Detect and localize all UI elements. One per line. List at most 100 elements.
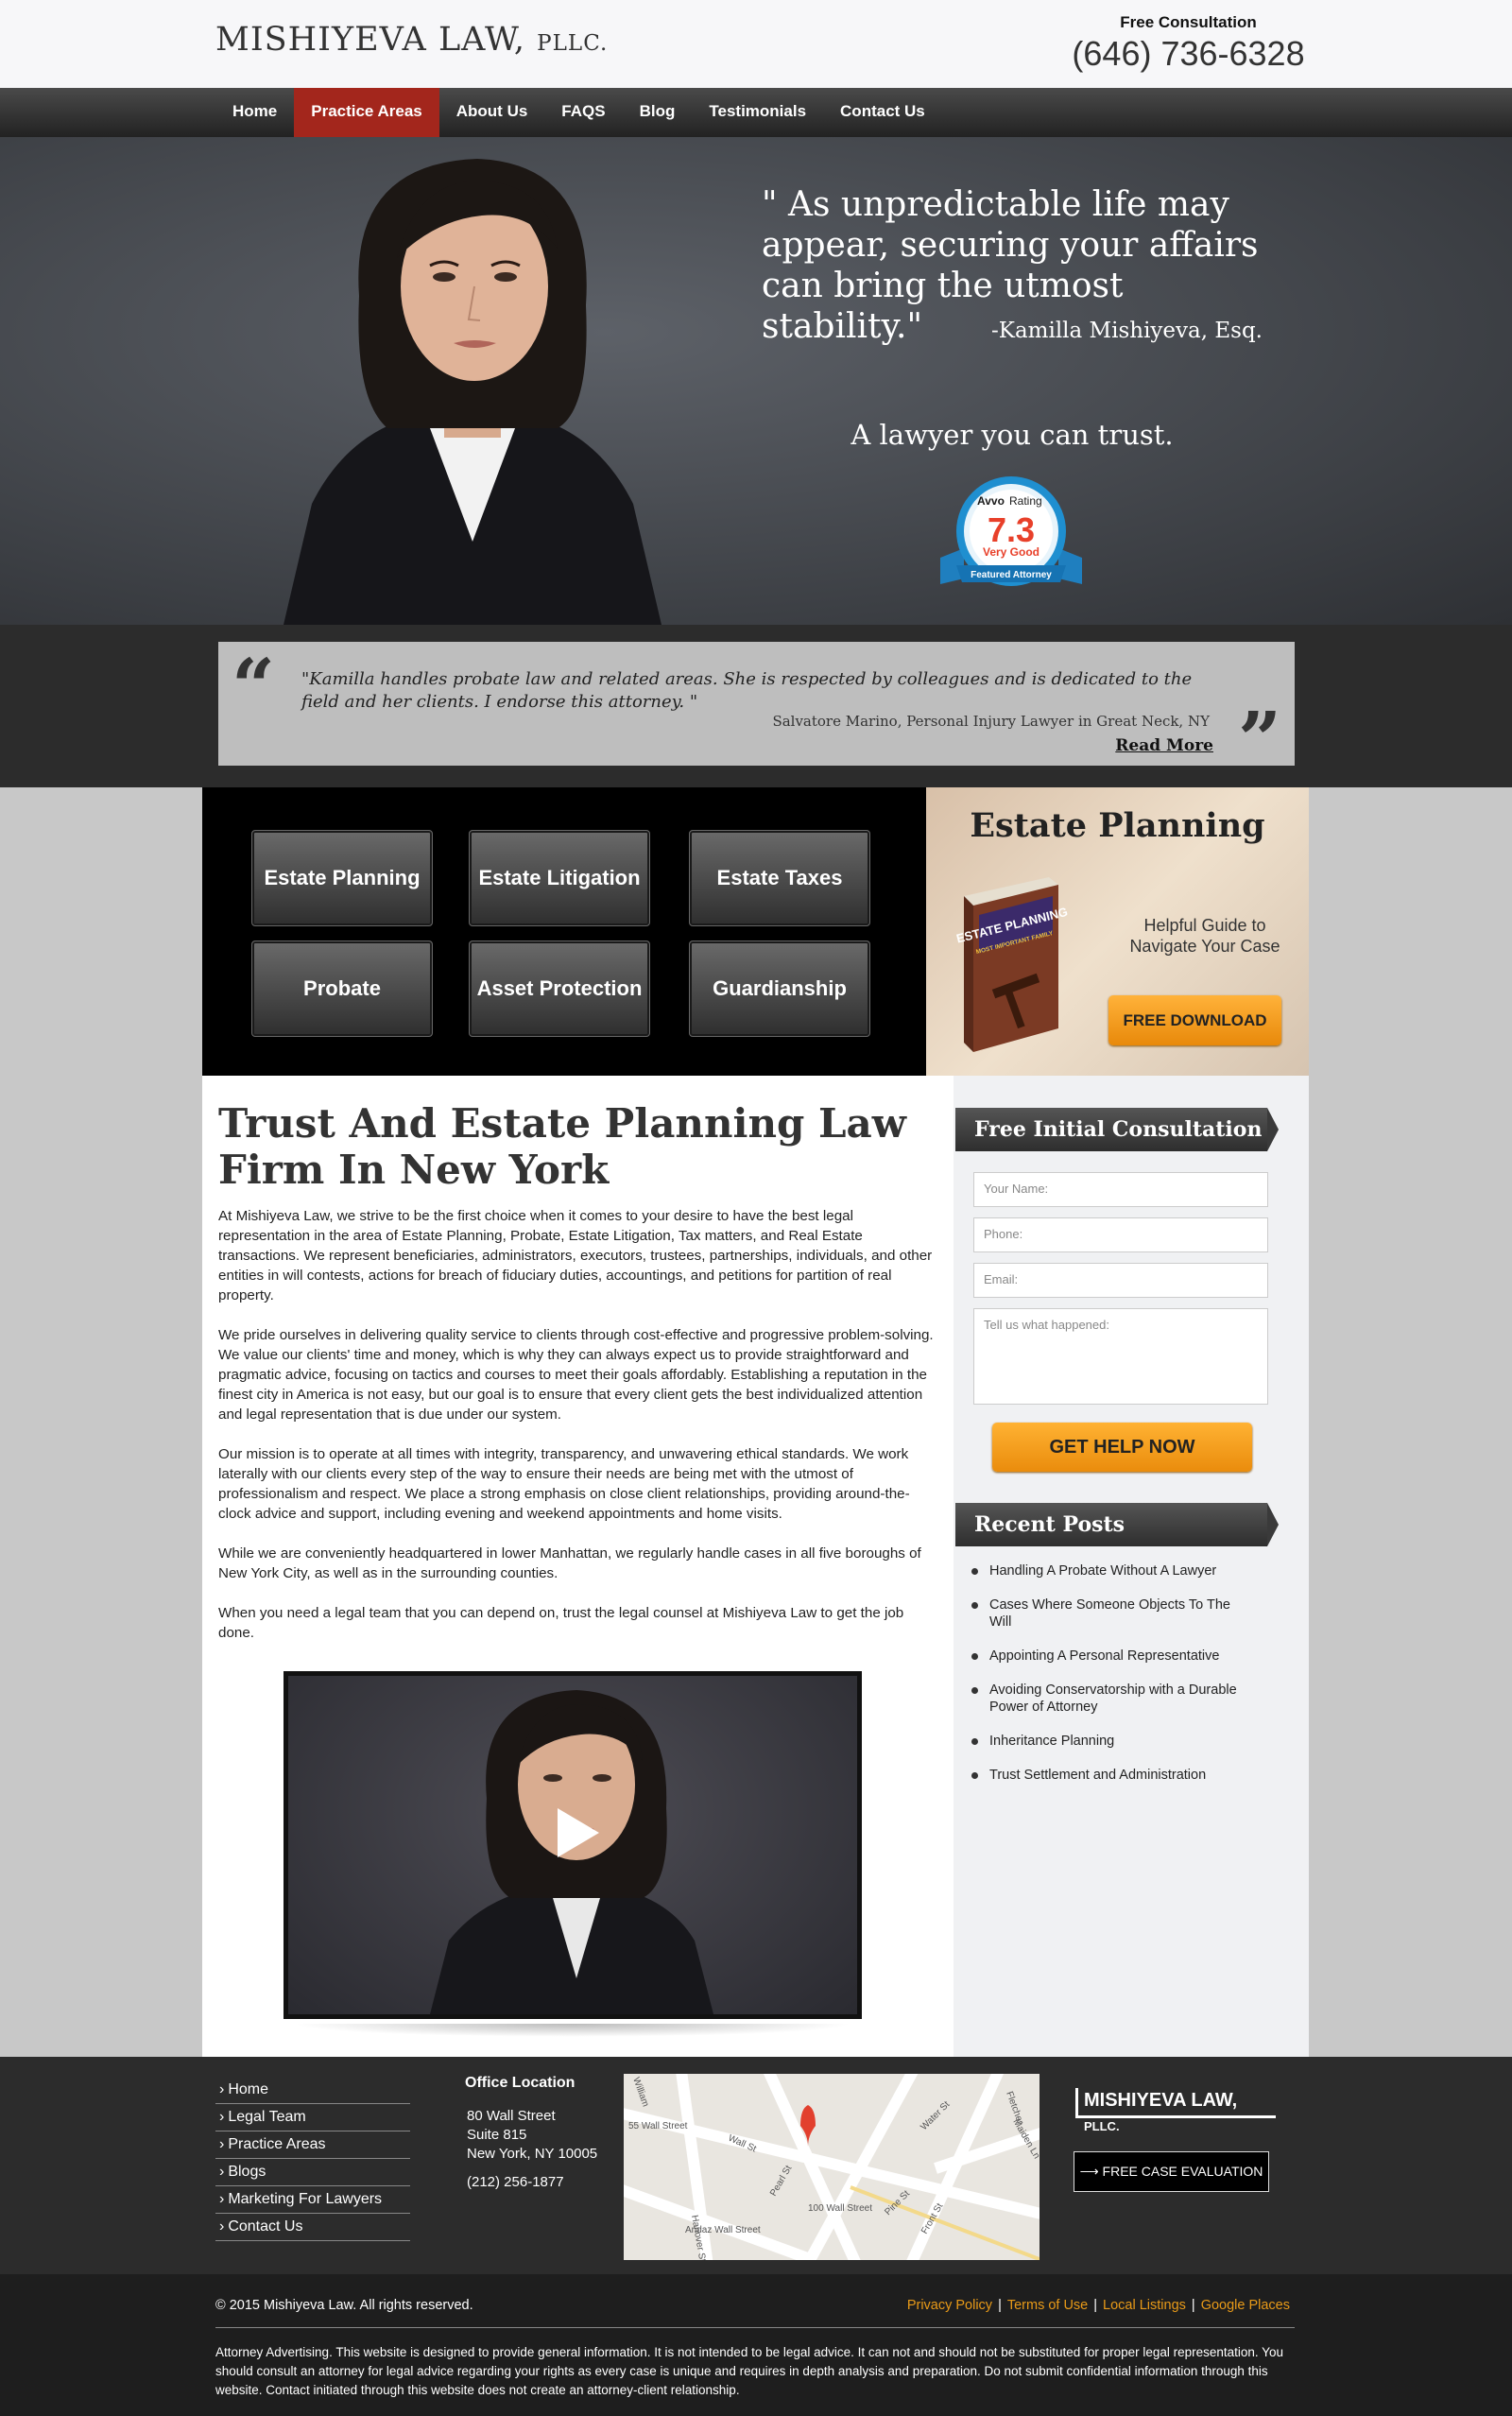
footer-link-blogs[interactable]: › Blogs bbox=[215, 2159, 410, 2186]
name-field[interactable]: Your Name: bbox=[973, 1172, 1268, 1207]
nav-testimonials[interactable]: Testimonials bbox=[692, 88, 823, 137]
recent-posts-list: Handling A Probate Without A Lawyer Case… bbox=[968, 1562, 1251, 1801]
practice-estate-taxes[interactable]: Estate Taxes bbox=[689, 830, 870, 926]
site-logo[interactable]: MISHIYEVA LAW, PLLC. bbox=[215, 21, 608, 59]
footer-link-label: Blogs bbox=[228, 2164, 266, 2180]
avvo-score: 7.3 bbox=[988, 510, 1035, 549]
header-phone[interactable]: (646) 736-6328 bbox=[1040, 34, 1337, 74]
office-location-title: Office Location bbox=[465, 2075, 576, 2091]
map-label: 100 Wall Street bbox=[808, 2203, 872, 2214]
local-listings-link[interactable]: Local Listings bbox=[1103, 2298, 1186, 2313]
footer-link-practice-areas[interactable]: › Practice Areas bbox=[215, 2131, 410, 2159]
office-address-line-1: 80 Wall Street bbox=[467, 2108, 556, 2124]
footer-link-home[interactable]: › Home bbox=[215, 2077, 410, 2104]
practice-areas-grid: Estate Planning Estate Litigation Estate… bbox=[202, 787, 926, 1076]
hero-banner: " As unpredictable life may appear, secu… bbox=[0, 137, 1512, 625]
recent-post-link[interactable]: Avoiding Conservatorship with a Durable … bbox=[968, 1682, 1251, 1716]
footer-link-legal-team[interactable]: › Legal Team bbox=[215, 2104, 410, 2131]
nav-home[interactable]: Home bbox=[215, 88, 294, 137]
practice-probate[interactable]: Probate bbox=[251, 941, 433, 1037]
office-address-line-3: New York, NY 10005 bbox=[467, 2146, 598, 2162]
consult-label: Free Consultation bbox=[1120, 13, 1257, 31]
map-label: 55 Wall Street bbox=[628, 2121, 688, 2131]
estate-planning-promo: Estate Planning ESTATE PLANNING MOST IMP… bbox=[926, 787, 1309, 1076]
hero-quote-author: -Kamilla Mishiyeva, Esq. bbox=[990, 319, 1263, 343]
testimonial-box: “ "Kamilla handles probate law and relat… bbox=[218, 642, 1295, 784]
nav-faqs[interactable]: FAQS bbox=[544, 88, 622, 137]
practice-guardianship[interactable]: Guardianship bbox=[689, 941, 870, 1037]
chevron-right-icon: › bbox=[219, 2136, 225, 2152]
chevron-right-icon: › bbox=[219, 2109, 225, 2125]
attorney-portrait bbox=[284, 159, 662, 625]
open-quote-icon: “ bbox=[232, 642, 276, 731]
legal-disclaimer: Attorney Advertising. This website is de… bbox=[215, 2345, 1283, 2397]
terms-of-use-link[interactable]: Terms of Use bbox=[1007, 2298, 1088, 2313]
play-icon[interactable] bbox=[558, 1808, 599, 1857]
footer-link-label: Practice Areas bbox=[228, 2136, 326, 2152]
sidebar: Free Initial Consultation Your Name: Pho… bbox=[954, 1076, 1309, 2057]
logo-text: MISHIYEVA LAW, bbox=[215, 21, 526, 59]
hero-tagline: A lawyer you can trust. bbox=[850, 419, 1174, 451]
google-places-link[interactable]: Google Places bbox=[1201, 2298, 1290, 2313]
main-nav: Home Practice Areas About Us FAQS Blog T… bbox=[0, 88, 1512, 137]
chevron-right-icon: › bbox=[219, 2218, 225, 2235]
avvo-label: Rating bbox=[1009, 494, 1042, 508]
practice-asset-protection[interactable]: Asset Protection bbox=[469, 941, 650, 1037]
recent-post-link[interactable]: Cases Where Someone Objects To The Will bbox=[968, 1596, 1251, 1631]
email-field[interactable]: Email: bbox=[973, 1263, 1268, 1298]
chevron-right-icon: › bbox=[219, 2081, 225, 2097]
privacy-policy-link[interactable]: Privacy Policy bbox=[907, 2298, 992, 2313]
recent-posts-heading: Recent Posts bbox=[955, 1503, 1279, 1546]
intro-video[interactable] bbox=[284, 1671, 862, 2019]
footer-logo-text: MISHIYEVA LAW, bbox=[1084, 2090, 1238, 2111]
avvo-grade: Very Good bbox=[983, 545, 1040, 559]
free-download-button[interactable]: FREE DOWNLOAD bbox=[1108, 995, 1281, 1045]
nav-practice-areas[interactable]: Practice Areas bbox=[294, 88, 439, 137]
arrow-right-icon: ⟶ bbox=[1079, 2164, 1103, 2179]
nav-about-us[interactable]: About Us bbox=[439, 88, 545, 137]
message-field[interactable]: Tell us what happened: bbox=[973, 1308, 1268, 1405]
promo-subtitle: Helpful Guide to Navigate Your Case bbox=[1129, 916, 1280, 956]
legal-links: Privacy Policy | Terms of Use | Local Listin… bbox=[906, 2298, 1290, 2313]
promo-title: Estate Planning bbox=[970, 806, 1265, 845]
read-more-link[interactable]: Read More bbox=[1115, 736, 1213, 755]
office-address-line-2: Suite 815 bbox=[467, 2127, 527, 2143]
intro-paragraph-3: Our mission is to operate at all times w… bbox=[218, 1446, 910, 1522]
get-help-now-button[interactable]: GET HELP NOW bbox=[992, 1423, 1252, 1472]
nav-blog[interactable]: Blog bbox=[623, 88, 693, 137]
recent-post-link[interactable]: Trust Settlement and Administration bbox=[968, 1767, 1251, 1784]
free-case-evaluation-label: FREE CASE EVALUATION bbox=[1102, 2164, 1263, 2179]
footer-link-marketing[interactable]: › Marketing For Lawyers bbox=[215, 2186, 410, 2214]
footer-logo[interactable]: MISHIYEVA LAW, PLLC. bbox=[1075, 2088, 1276, 2133]
free-case-evaluation-button[interactable]: ⟶ FREE CASE EVALUATION bbox=[1074, 2151, 1269, 2192]
close-quote-icon: ” bbox=[1237, 695, 1281, 784]
logo-suffix: PLLC. bbox=[537, 31, 609, 56]
footer-links: › Home › Legal Team › Practice Areas › Blogs… bbox=[215, 2077, 410, 2241]
practice-estate-litigation[interactable]: Estate Litigation bbox=[469, 830, 650, 926]
footer-link-label: Home bbox=[228, 2081, 269, 2097]
footer-link-contact-us[interactable]: › Contact Us bbox=[215, 2214, 410, 2241]
testimonial-text: "Kamilla handles probate law and related… bbox=[301, 669, 1193, 712]
footer-logo-suffix: PLLC. bbox=[1084, 2119, 1120, 2133]
avvo-ribbon: Featured Attorney bbox=[971, 570, 1052, 580]
recent-post-link[interactable]: Handling A Probate Without A Lawyer bbox=[968, 1562, 1251, 1579]
office-map[interactable]: 55 Wall Street Wall St Water St Pearl St… bbox=[624, 2074, 1040, 2260]
copyright: © 2015 Mishiyeva Law. All rights reserve… bbox=[215, 2298, 473, 2313]
intro-paragraph-5: When you need a legal team that you can … bbox=[218, 1605, 904, 1641]
nav-contact-us[interactable]: Contact Us bbox=[823, 88, 942, 137]
footer-link-label: Contact Us bbox=[228, 2218, 303, 2235]
guide-book-image: ESTATE PLANNING MOST IMPORTANT FAMILY bbox=[954, 877, 1068, 1052]
office-phone[interactable]: (212) 256-1877 bbox=[467, 2174, 564, 2190]
chevron-right-icon: › bbox=[219, 2164, 225, 2180]
recent-post-link[interactable]: Inheritance Planning bbox=[968, 1733, 1251, 1750]
recent-post-link[interactable]: Appointing A Personal Representative bbox=[968, 1648, 1251, 1665]
page-title: Trust And Estate Planning Law Firm In Ne… bbox=[218, 1100, 906, 1193]
practice-estate-planning[interactable]: Estate Planning bbox=[251, 830, 433, 926]
avvo-rating-badge[interactable]: Avvo Rating 7.3 Very Good Featured Attor… bbox=[936, 473, 1087, 605]
intro-paragraph-1: At Mishiyeva Law, we strive to be the fi… bbox=[218, 1208, 933, 1303]
phone-field[interactable]: Phone: bbox=[973, 1217, 1268, 1252]
video-frame bbox=[288, 1676, 857, 2014]
site-footer: › Home › Legal Team › Practice Areas › Blogs… bbox=[0, 2057, 1512, 2274]
chevron-right-icon: › bbox=[219, 2191, 225, 2207]
footer-link-label: Legal Team bbox=[228, 2109, 306, 2125]
